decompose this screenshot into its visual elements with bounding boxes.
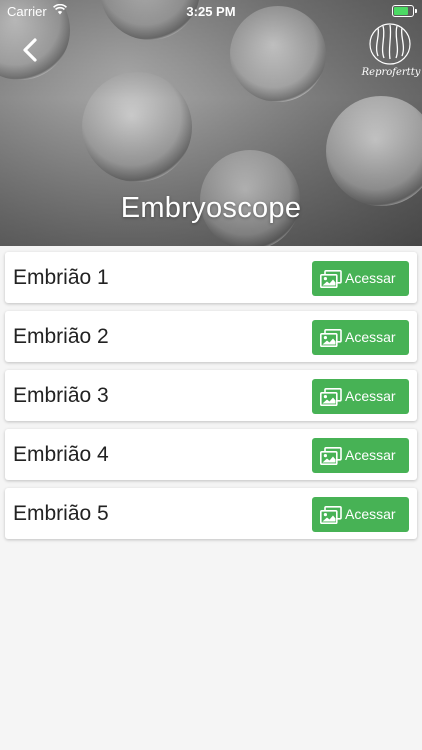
embryo-card: Embrião 1 Acessar	[5, 252, 417, 303]
images-icon	[320, 388, 342, 406]
embryo-card: Embrião 4 Acessar	[5, 429, 417, 480]
logo-mark-icon	[369, 23, 411, 65]
status-bar: Carrier 3:25 PM	[0, 0, 422, 22]
access-button-label: Acessar	[345, 506, 396, 522]
access-button-label: Acessar	[345, 329, 396, 345]
page-title: Embryoscope	[120, 192, 302, 224]
embryo-label: Embrião 3	[13, 384, 109, 407]
access-button[interactable]: Acessar	[312, 320, 409, 355]
images-icon	[320, 329, 342, 347]
access-button[interactable]: Acessar	[312, 497, 409, 532]
images-icon	[320, 447, 342, 465]
access-button[interactable]: Acessar	[312, 438, 409, 473]
embryo-label: Embrião 4	[13, 443, 109, 466]
access-button-label: Acessar	[345, 270, 396, 286]
chevron-left-icon	[23, 38, 37, 62]
access-button-label: Acessar	[345, 388, 396, 404]
clock: 3:25 PM	[186, 4, 236, 19]
embryo-label: Embrião 2	[13, 325, 109, 348]
access-button-label: Acessar	[345, 447, 396, 463]
access-button[interactable]: Acessar	[312, 261, 409, 296]
logo-text: Reprofertty	[361, 67, 421, 78]
embryo-label: Embrião 5	[13, 502, 109, 525]
access-button[interactable]: Acessar	[312, 379, 409, 414]
embryo-label: Embrião 1	[13, 266, 109, 289]
images-icon	[320, 506, 342, 524]
embryo-card: Embrião 3 Acessar	[5, 370, 417, 421]
back-button[interactable]	[18, 36, 44, 64]
header-image: Carrier 3:25 PM Reprofertty Embryoscope	[0, 0, 422, 246]
clinic-logo: Reprofertty	[362, 22, 420, 78]
embryo-card: Embrião 5 Acessar	[5, 488, 417, 539]
battery-icon	[392, 5, 417, 17]
embryo-card: Embrião 2 Acessar	[5, 311, 417, 362]
images-icon	[320, 270, 342, 288]
